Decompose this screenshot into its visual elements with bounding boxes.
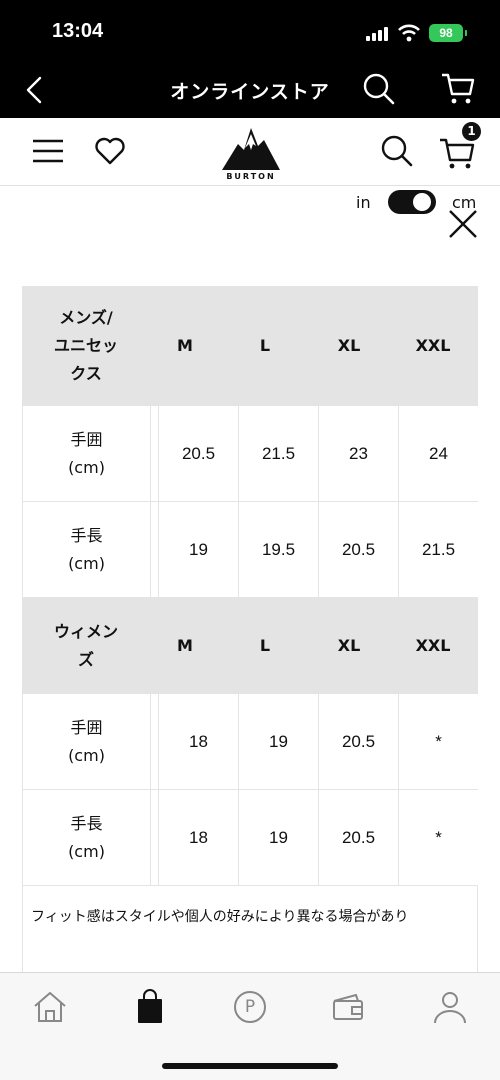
row-label-line: 手囲 xyxy=(70,429,103,449)
table-cell: 20.5 xyxy=(158,406,238,501)
table-cell: 20.5 xyxy=(318,694,398,789)
table-cell: 21.5 xyxy=(398,502,478,597)
size-chart-table: メンズ/ ユニセッ クス M L XL XXL 手囲 (cm) 20.5 21.… xyxy=(22,286,478,976)
row-label-line: 手長 xyxy=(70,525,103,545)
profile-icon[interactable] xyxy=(432,989,468,1025)
battery-icon: 98 xyxy=(429,24,463,42)
table-cell: 21.5 xyxy=(238,406,318,501)
row-label-line: 手長 xyxy=(70,813,103,833)
size-header: XXL xyxy=(415,636,451,655)
row-label-line: (cm) xyxy=(68,553,105,573)
app-header: オンラインストア xyxy=(0,62,500,118)
table-cell: 20.5 xyxy=(318,790,398,885)
page-title: オンラインストア xyxy=(170,81,330,103)
battery-level: 98 xyxy=(439,26,453,40)
fit-note: フィット感はスタイルや個人の好みにより異なる場合があり xyxy=(22,886,478,976)
shopping-bag-icon[interactable] xyxy=(132,989,168,1025)
signal-icon xyxy=(366,27,390,41)
table-cell: 24 xyxy=(398,406,478,501)
points-icon[interactable]: P xyxy=(232,989,268,1025)
wallet-icon[interactable] xyxy=(330,989,366,1025)
close-icon[interactable] xyxy=(447,208,479,240)
column-divider xyxy=(150,406,158,501)
row-label-line: (cm) xyxy=(68,841,105,861)
column-divider xyxy=(150,790,158,885)
table-cell: 18 xyxy=(158,694,238,789)
table-header-row: メンズ/ ユニセッ クス M L XL XXL xyxy=(22,286,478,406)
table-cell: 19 xyxy=(238,694,318,789)
section-header-womens: ウィメン ズ xyxy=(22,598,150,693)
row-label-line: 手囲 xyxy=(70,717,103,737)
header-line: ズ xyxy=(77,649,94,669)
header-line: ウィメン xyxy=(53,621,118,641)
size-header: M xyxy=(177,636,193,655)
row-label: 手長 (cm) xyxy=(22,502,150,597)
section-header-mens: メンズ/ ユニセッ クス xyxy=(22,286,150,405)
size-header: XL xyxy=(337,636,361,655)
size-header: L xyxy=(259,636,271,655)
table-row: 手囲 (cm) 20.5 21.5 23 24 xyxy=(22,406,478,502)
battery-cap xyxy=(465,30,467,36)
menu-icon[interactable] xyxy=(32,138,64,164)
table-cell: * xyxy=(398,694,478,789)
table-cell: 23 xyxy=(318,406,398,501)
heart-icon[interactable] xyxy=(94,135,126,167)
status-time: 13:04 xyxy=(52,20,104,42)
table-header-row: ウィメン ズ M L XL XXL xyxy=(22,598,478,694)
home-icon[interactable] xyxy=(32,989,68,1025)
row-label: 手囲 (cm) xyxy=(22,406,150,501)
home-indicator xyxy=(162,1063,338,1069)
size-header: XXL xyxy=(415,336,451,355)
row-label: 手囲 (cm) xyxy=(22,694,150,789)
table-row: 手囲 (cm) 18 19 20.5 * xyxy=(22,694,478,790)
header-line: メンズ/ xyxy=(59,307,113,327)
row-label: 手長 (cm) xyxy=(22,790,150,885)
table-cell: 19.5 xyxy=(238,502,318,597)
search-icon[interactable] xyxy=(362,72,396,106)
size-header: L xyxy=(259,336,271,355)
table-cell: 19 xyxy=(158,502,238,597)
table-row: 手長 (cm) 19 19.5 20.5 21.5 xyxy=(22,502,478,598)
unit-toggle-knob xyxy=(413,193,431,211)
column-divider xyxy=(150,502,158,597)
mountain-logo-icon xyxy=(222,128,280,170)
cart-count-badge: 1 xyxy=(462,122,481,141)
size-header: M xyxy=(177,336,193,355)
column-divider xyxy=(150,694,158,789)
brand-logo[interactable]: BURTON xyxy=(220,124,282,182)
header-line: クス xyxy=(70,363,102,383)
logo-text: BURTON xyxy=(226,172,276,181)
site-nav: BURTON xyxy=(0,118,500,186)
table-cell: 19 xyxy=(238,790,318,885)
row-label-line: (cm) xyxy=(68,457,105,477)
points-glyph: P xyxy=(244,997,256,1017)
search-icon[interactable] xyxy=(380,134,414,168)
table-cell: * xyxy=(398,790,478,885)
header-line: ユニセッ xyxy=(53,335,118,355)
table-cell: 18 xyxy=(158,790,238,885)
table-cell: 20.5 xyxy=(318,502,398,597)
row-label-line: (cm) xyxy=(68,745,105,765)
wifi-icon xyxy=(398,24,420,42)
size-header: XL xyxy=(337,336,361,355)
unit-in-label[interactable]: in xyxy=(356,193,371,212)
table-row: 手長 (cm) 18 19 20.5 * xyxy=(22,790,478,886)
status-bar: 13:04 98 xyxy=(0,0,500,62)
cart-icon[interactable] xyxy=(440,70,476,106)
